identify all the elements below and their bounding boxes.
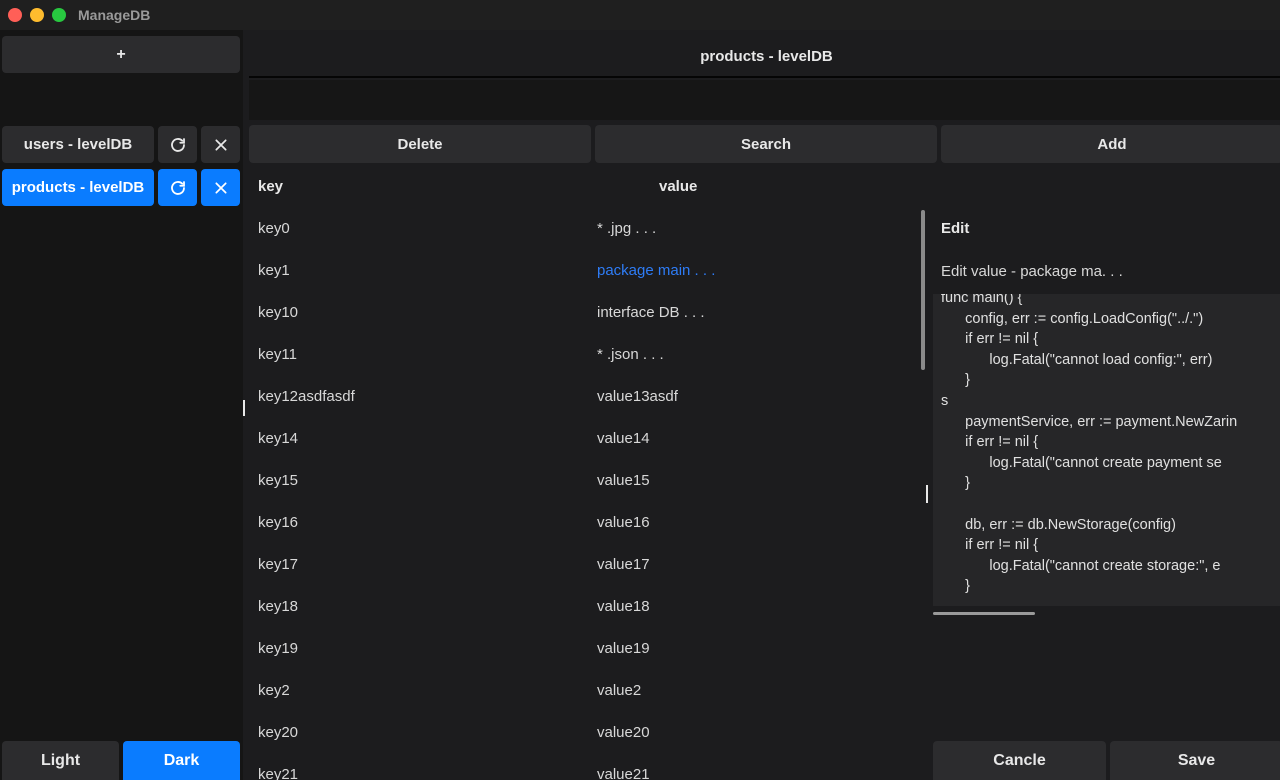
new-database-button[interactable]: + xyxy=(2,36,240,73)
close-window-button[interactable] xyxy=(8,8,22,22)
tab-bar xyxy=(249,80,1280,120)
light-theme-button[interactable]: Light xyxy=(2,741,119,780)
row-key: key12asdfasdf xyxy=(258,388,355,405)
row-key: key20 xyxy=(258,724,299,741)
list-item[interactable]: key19 value19 xyxy=(249,628,925,670)
list-item[interactable]: key21 value21 xyxy=(249,754,925,780)
row-value: interface DB . . . xyxy=(597,304,705,321)
row-value: value21 xyxy=(597,766,650,780)
add-button[interactable]: Add xyxy=(941,125,1280,163)
main-panel: products - levelDB Delete Search Add key… xyxy=(249,30,1280,780)
zoom-window-button[interactable] xyxy=(52,8,66,22)
key-column-header: key xyxy=(258,178,284,195)
tab-title[interactable]: products - levelDB xyxy=(249,36,1280,78)
action-bar: Delete Search Add xyxy=(249,125,1280,163)
minimize-window-button[interactable] xyxy=(30,8,44,22)
row-key: key0 xyxy=(258,220,290,237)
row-key: key16 xyxy=(258,514,299,531)
database-tab-label[interactable]: users - levelDB xyxy=(2,126,154,163)
refresh-icon[interactable] xyxy=(158,169,197,206)
row-key: key14 xyxy=(258,430,299,447)
value-column-header: value xyxy=(659,178,698,195)
row-value: package main . . . xyxy=(597,262,716,279)
list-item[interactable]: key2 value2 xyxy=(249,670,925,712)
row-value: value13asdf xyxy=(597,388,678,405)
value-editor[interactable]: func main() { config, err := config.Load… xyxy=(933,294,1280,606)
row-value: * .jpg . . . xyxy=(597,220,657,237)
list-item[interactable]: key15 value15 xyxy=(249,460,925,502)
row-value: value14 xyxy=(597,430,650,447)
row-value: value17 xyxy=(597,556,650,573)
list-item[interactable]: key20 value20 xyxy=(249,712,925,754)
key-value-list: key0 * .jpg . . . key1 package main . . . ke… xyxy=(249,208,925,780)
dark-theme-button[interactable]: Dark xyxy=(123,741,240,780)
row-key: key17 xyxy=(258,556,299,573)
close-icon[interactable] xyxy=(201,126,240,163)
database-tab-label[interactable]: products - levelDB xyxy=(2,169,154,206)
window-controls xyxy=(8,8,66,22)
row-key: key11 xyxy=(258,346,297,363)
row-key: key21 xyxy=(258,766,299,780)
edit-panel-resize-handle[interactable] xyxy=(926,485,928,503)
list-item[interactable]: key12asdfasdf value13asdf xyxy=(249,376,925,418)
list-item[interactable]: key14 value14 xyxy=(249,418,925,460)
database-item-products: products - levelDB xyxy=(2,169,240,206)
app-title: ManageDB xyxy=(78,7,151,23)
edit-title: Edit xyxy=(941,220,970,237)
row-key: key19 xyxy=(258,640,299,657)
edit-subtitle: Edit value - package ma. . . xyxy=(941,263,1123,280)
list-item[interactable]: key0 * .jpg . . . xyxy=(249,208,925,250)
edit-actions: Cancle Save xyxy=(933,741,1280,780)
row-value: value20 xyxy=(597,724,650,741)
list-item[interactable]: key17 value17 xyxy=(249,544,925,586)
row-key: key10 xyxy=(258,304,299,321)
row-key: key1 xyxy=(258,262,290,279)
edit-panel: Edit Edit value - package ma. . . func m… xyxy=(933,208,1280,780)
row-value: value18 xyxy=(597,598,650,615)
cancel-button[interactable]: Cancle xyxy=(933,741,1106,780)
value-editor-text[interactable]: func main() { config, err := config.Load… xyxy=(933,294,1237,597)
list-scrollbar[interactable] xyxy=(921,210,925,370)
row-key: key18 xyxy=(258,598,299,615)
editor-horizontal-scrollbar[interactable] xyxy=(933,612,1035,615)
row-value: value15 xyxy=(597,472,650,489)
delete-button[interactable]: Delete xyxy=(249,125,591,163)
refresh-icon[interactable] xyxy=(158,126,197,163)
list-item[interactable]: key1 package main . . . xyxy=(249,250,925,292)
list-item[interactable]: key18 value18 xyxy=(249,586,925,628)
row-key: key15 xyxy=(258,472,299,489)
close-icon[interactable] xyxy=(201,169,240,206)
database-item-users: users - levelDB xyxy=(2,126,240,163)
list-item[interactable]: key10 interface DB . . . xyxy=(249,292,925,334)
row-value: value16 xyxy=(597,514,650,531)
title-bar: ManageDB xyxy=(0,0,1280,30)
search-button[interactable]: Search xyxy=(595,125,937,163)
theme-switcher: Light Dark xyxy=(2,741,240,780)
row-key: key2 xyxy=(258,682,290,699)
sidebar-resize-handle[interactable] xyxy=(243,400,245,416)
list-item[interactable]: key11 * .json . . . xyxy=(249,334,925,376)
row-value: value2 xyxy=(597,682,642,699)
row-value: * .json . . . xyxy=(597,346,664,363)
list-item[interactable]: key16 value16 xyxy=(249,502,925,544)
sidebar: + users - levelDB products - levelDB Lig… xyxy=(0,30,243,780)
save-button[interactable]: Save xyxy=(1110,741,1280,780)
row-value: value19 xyxy=(597,640,650,657)
